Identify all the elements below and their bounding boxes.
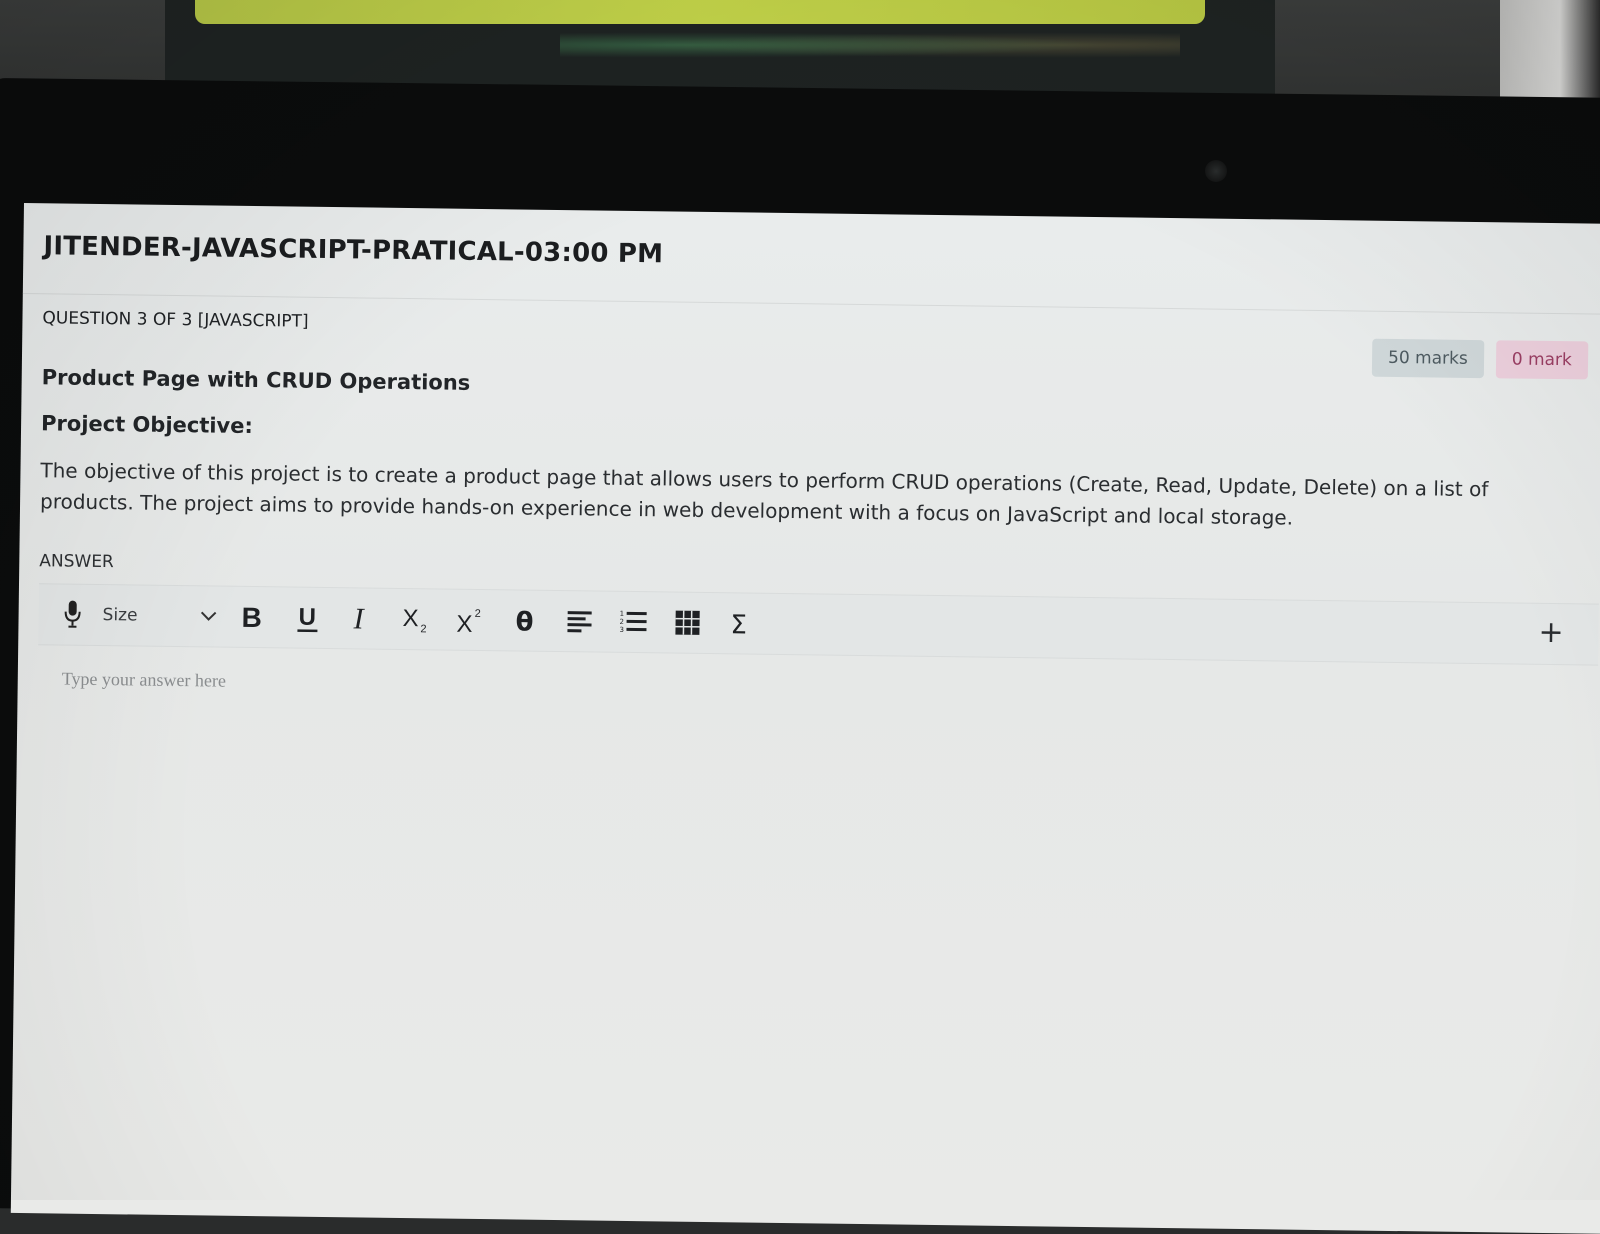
answer-editor bbox=[31, 644, 1598, 1224]
svg-text:θ: θ bbox=[515, 607, 533, 636]
microphone-button[interactable] bbox=[58, 594, 87, 634]
numbered-list-button[interactable]: 1 2 3 bbox=[616, 602, 651, 642]
background-monitor-content bbox=[560, 30, 1180, 60]
svg-text:X: X bbox=[402, 605, 418, 632]
table-icon bbox=[674, 610, 700, 636]
expand-toolbar-button[interactable]: + bbox=[1538, 618, 1564, 648]
font-size-label: Size bbox=[102, 605, 137, 625]
svg-text:2: 2 bbox=[475, 608, 481, 620]
background-monitor-screen bbox=[195, 0, 1205, 24]
subscript-icon: X 2 bbox=[401, 603, 433, 635]
svg-text:X: X bbox=[456, 611, 472, 636]
exam-header: JITENDER-JAVASCRIPT-PRATICAL-03:00 PM bbox=[23, 203, 1600, 315]
underline-icon: U bbox=[295, 602, 319, 634]
microphone-icon bbox=[62, 600, 82, 630]
svg-text:U: U bbox=[298, 604, 316, 631]
superscript-icon: X 2 bbox=[455, 604, 487, 636]
question-title: Product Page with CRUD Operations bbox=[42, 365, 471, 395]
answer-input[interactable] bbox=[31, 644, 1587, 1234]
exam-title: JITENDER-JAVASCRIPT-PRATICAL-03:00 PM bbox=[43, 231, 663, 269]
numbered-list-icon: 1 2 3 bbox=[619, 608, 647, 636]
sigma-icon: Σ bbox=[729, 607, 753, 639]
equation-button[interactable]: Σ bbox=[724, 603, 759, 643]
italic-button[interactable]: I bbox=[344, 598, 379, 638]
question-counter: QUESTION 3 OF 3 [JAVASCRIPT] bbox=[42, 308, 308, 331]
exam-screen: JITENDER-JAVASCRIPT-PRATICAL-03:00 PM QU… bbox=[11, 203, 1600, 1234]
svg-text:B: B bbox=[241, 602, 262, 632]
subscript-button[interactable]: X 2 bbox=[398, 599, 437, 639]
svg-text:2: 2 bbox=[620, 618, 625, 626]
objective-heading: Project Objective: bbox=[41, 411, 253, 438]
bold-button[interactable]: B bbox=[234, 597, 269, 637]
svg-text:1: 1 bbox=[620, 610, 625, 618]
scored-marks-badge: 0 mark bbox=[1496, 340, 1589, 379]
marks-badges: 50 marks 0 mark bbox=[1372, 339, 1588, 380]
svg-text:I: I bbox=[352, 602, 365, 634]
chevron-down-icon bbox=[199, 607, 217, 626]
underline-button[interactable]: U bbox=[290, 598, 325, 638]
bold-icon: B bbox=[239, 602, 263, 632]
table-button[interactable] bbox=[670, 603, 705, 643]
theta-icon: θ bbox=[513, 604, 537, 636]
align-button[interactable] bbox=[562, 601, 597, 641]
align-icon bbox=[566, 608, 592, 634]
svg-text:2: 2 bbox=[420, 623, 426, 635]
webcam bbox=[1205, 160, 1227, 182]
svg-text:3: 3 bbox=[619, 626, 624, 634]
superscript-button[interactable]: X 2 bbox=[452, 600, 491, 640]
svg-text:Σ: Σ bbox=[730, 610, 747, 639]
total-marks-badge: 50 marks bbox=[1372, 339, 1484, 378]
objective-text: The objective of this project is to crea… bbox=[40, 455, 1521, 536]
italic-icon: I bbox=[350, 602, 372, 634]
answer-label: ANSWER bbox=[39, 551, 114, 572]
special-char-button[interactable]: θ bbox=[508, 600, 543, 640]
font-size-select[interactable]: Size bbox=[102, 597, 217, 635]
background-object bbox=[1500, 0, 1600, 110]
